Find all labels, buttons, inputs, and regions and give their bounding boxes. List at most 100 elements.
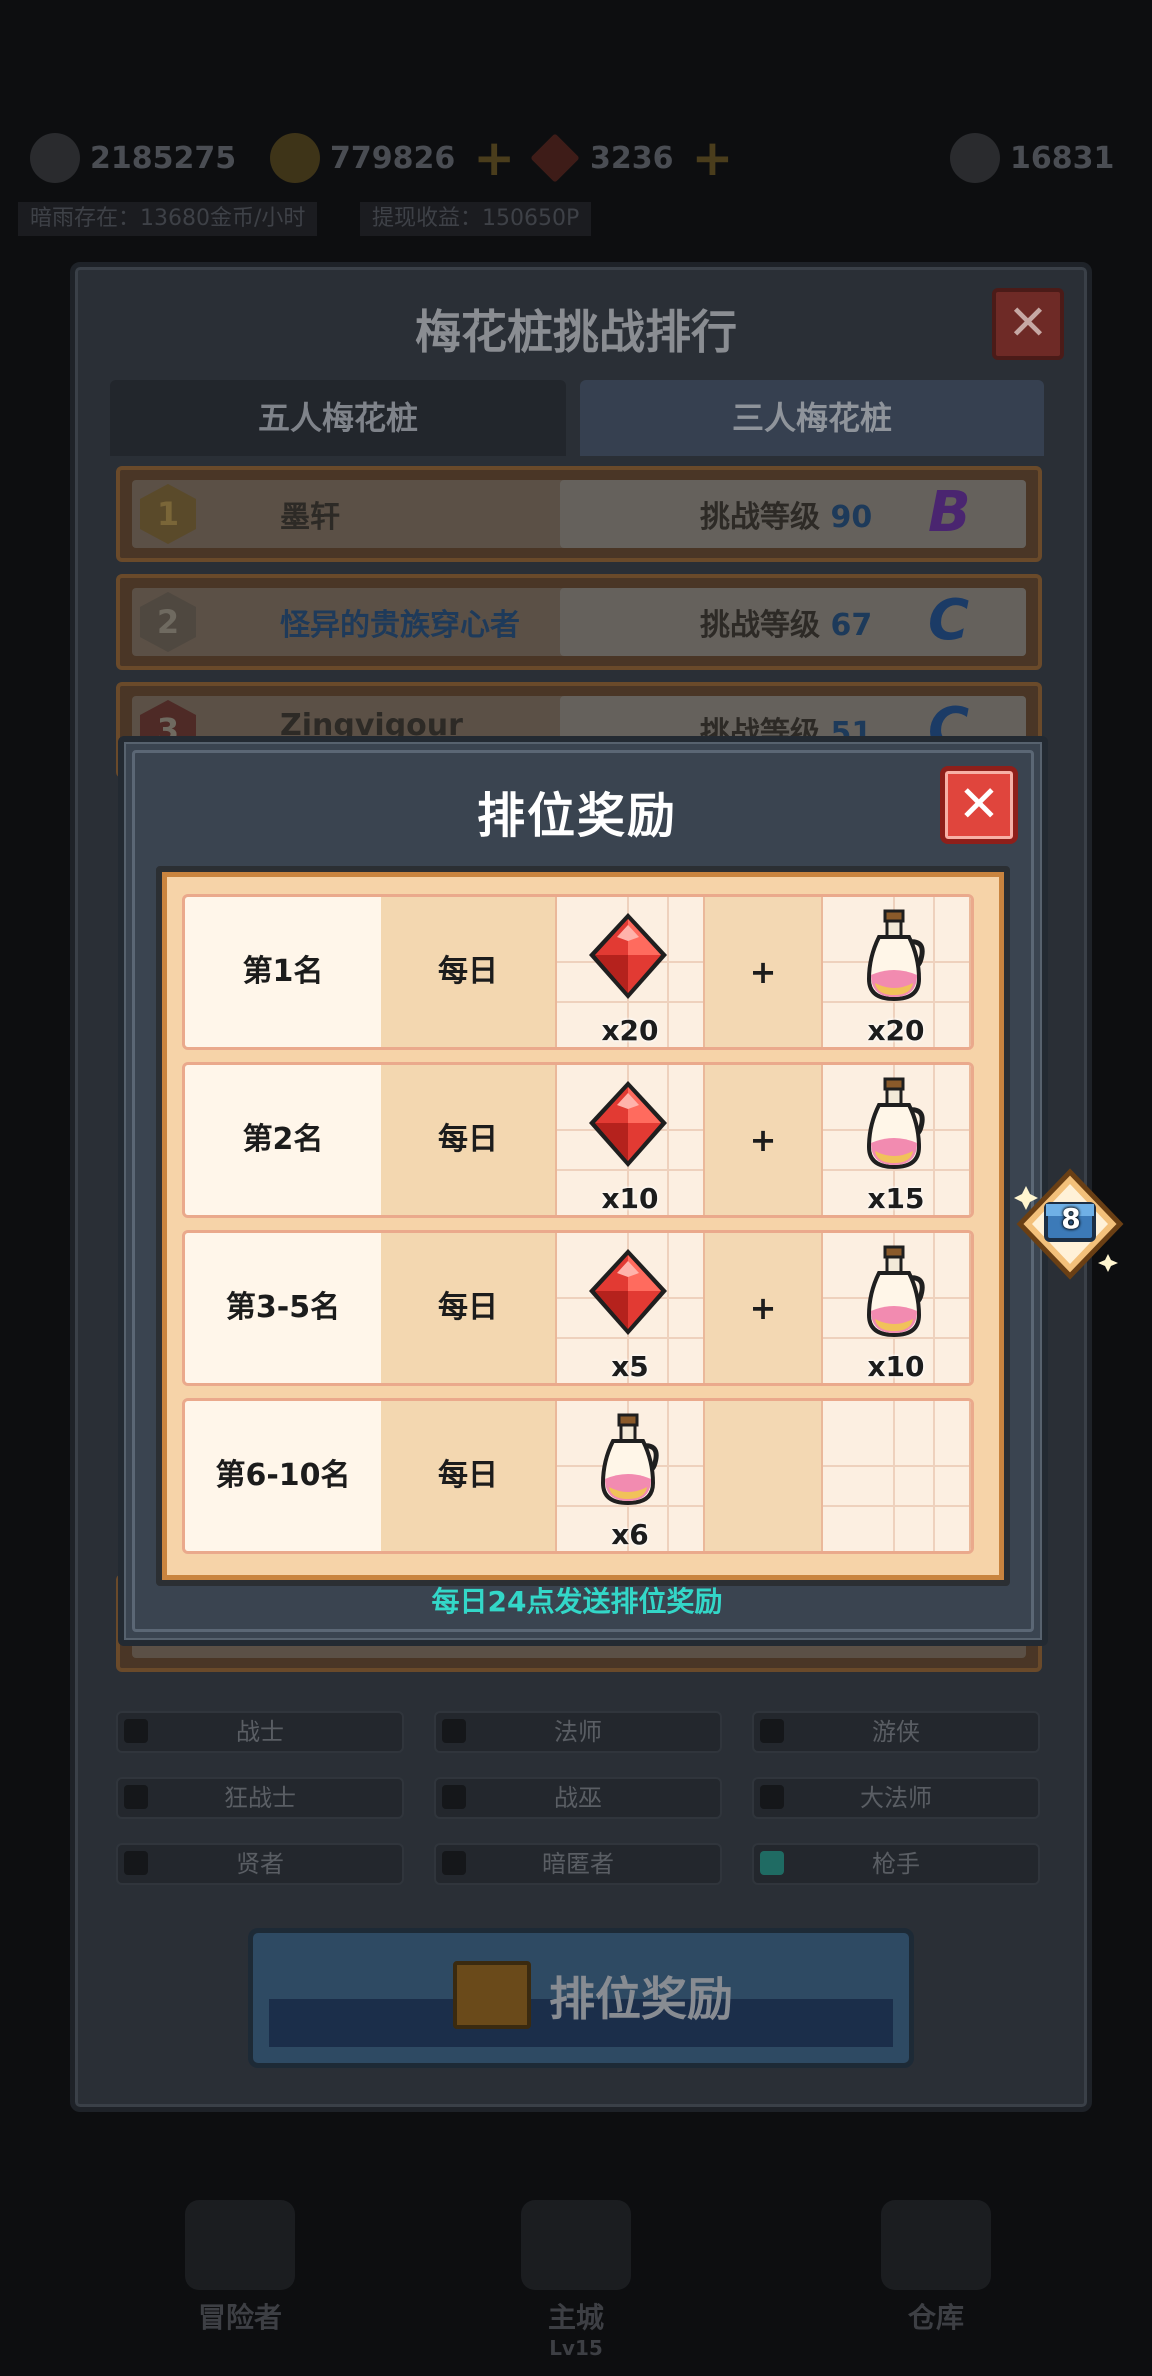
rank-range: 第6-10名	[185, 1401, 381, 1551]
class-label: 贤者	[236, 1850, 284, 1878]
rank-range: 第2名	[185, 1065, 381, 1215]
resource-4-value: 16831	[1010, 140, 1115, 176]
gold-coin-icon	[270, 133, 320, 183]
ruby-gem-icon	[589, 913, 667, 999]
potion-jug-icon	[866, 1077, 925, 1170]
class-filter-stalker[interactable]: 暗匿者	[434, 1843, 722, 1885]
castle-icon	[521, 2200, 631, 2290]
reward-footnote: 每日24点发送排位奖励	[431, 1585, 723, 1618]
checkbox[interactable]	[124, 1851, 148, 1875]
treasure-chest-icon	[453, 1961, 531, 2029]
class-label: 枪手	[872, 1850, 920, 1878]
rank-reward-button-label: 排位奖励	[549, 1972, 733, 2026]
rank-range: 第1名	[185, 897, 381, 1047]
item-quantity: x15	[867, 1182, 925, 1215]
grade-badge: C	[928, 588, 970, 653]
resource-1: 2185275	[30, 132, 236, 184]
adventurer-icon	[185, 2200, 295, 2290]
class-label: 战士	[236, 1718, 284, 1746]
item-quantity: x20	[601, 1014, 659, 1047]
resource-2-value: 779826	[330, 140, 456, 176]
class-label: 狂战士	[224, 1784, 296, 1812]
class-label: 战巫	[554, 1784, 602, 1812]
checkbox-checked[interactable]	[760, 1851, 784, 1875]
reward-frequency: 每日	[381, 1401, 555, 1551]
plus-sign: +	[749, 953, 777, 991]
clock-icon	[950, 133, 1000, 183]
checkbox[interactable]	[124, 1719, 148, 1743]
checkbox[interactable]	[442, 1785, 466, 1809]
potion-jug-icon	[866, 909, 925, 1002]
nav-main-city[interactable]: 主城 Lv15	[476, 2200, 676, 2360]
reward-row: 第2名 每日 x10 + x15	[182, 1062, 974, 1218]
chest-count: 8	[1061, 1202, 1081, 1235]
reward-frequency: 每日	[381, 897, 555, 1047]
reward-frequency: 每日	[381, 1233, 555, 1383]
reward-slot[interactable]: x10	[821, 1233, 971, 1383]
reward-slot[interactable]: x15	[821, 1065, 971, 1215]
reward-slot[interactable]: x20	[821, 897, 971, 1047]
plus-sign: +	[749, 1121, 777, 1159]
class-filter-berserker[interactable]: 狂战士	[116, 1777, 404, 1819]
level-value: 67	[830, 608, 873, 643]
class-filter-ranger[interactable]: 游侠	[752, 1711, 1040, 1753]
level-label: 挑战等级	[700, 608, 820, 643]
reward-slot[interactable]: x10	[555, 1065, 705, 1215]
ruby-gem-icon	[589, 1081, 667, 1167]
checkbox[interactable]	[760, 1785, 784, 1809]
potion-jug-icon	[600, 1413, 659, 1506]
checkbox[interactable]	[442, 1851, 466, 1875]
rank-reward-button[interactable]: 排位奖励	[248, 1928, 914, 2068]
warehouse-icon	[881, 2200, 991, 2290]
item-quantity: x10	[867, 1350, 925, 1383]
class-label: 暗匿者	[542, 1850, 614, 1878]
ruby-gem-icon	[589, 1249, 667, 1335]
player-name: 怪异的贵族穿心者	[280, 608, 520, 643]
checkbox[interactable]	[760, 1719, 784, 1743]
reward-slot[interactable]: x20	[555, 897, 705, 1047]
checkbox[interactable]	[442, 1719, 466, 1743]
resource-1-value: 2185275	[90, 140, 237, 176]
item-quantity: x5	[611, 1350, 649, 1383]
resource-2: 779826 +	[270, 129, 515, 187]
close-icon: ✕	[958, 775, 1000, 833]
ranking-close-button[interactable]: ✕	[992, 288, 1064, 360]
item-quantity: x20	[867, 1014, 925, 1047]
tab-five-person[interactable]: 五人梅花桩	[110, 380, 566, 456]
reward-slot[interactable]: x5	[555, 1233, 705, 1383]
reward-row: 第1名 每日 x20 + x20	[182, 894, 974, 1050]
gem-icon	[530, 133, 580, 183]
level-value: 90	[830, 500, 873, 535]
resource-4: 16831	[950, 132, 1114, 184]
ranking-panel-title: 梅花桩挑战排行	[415, 305, 737, 359]
ranking-row[interactable]: 1 墨轩 挑战等级 90 B	[116, 466, 1042, 562]
class-filter-archmage[interactable]: 大法师	[752, 1777, 1040, 1819]
checkbox[interactable]	[124, 1785, 148, 1809]
reward-slot[interactable]: x6	[555, 1401, 705, 1551]
dialog-title: 排位奖励	[476, 788, 677, 844]
class-filter-gunner[interactable]: 枪手	[752, 1843, 1040, 1885]
resource-3: 3236 +	[530, 129, 734, 187]
reward-row: 第3-5名 每日 x5 + x10	[182, 1230, 974, 1386]
nav-label: 仓库	[907, 2301, 964, 2334]
nav-warehouse[interactable]: 仓库	[836, 2200, 1036, 2336]
ranking-row[interactable]: 2 怪异的贵族穿心者 挑战等级 67 C	[116, 574, 1042, 670]
add-gem-icon[interactable]: +	[692, 129, 734, 187]
city-level: Lv15	[549, 2336, 603, 2360]
class-filter-sage[interactable]: 贤者	[116, 1843, 404, 1885]
challenge-level: 挑战等级 67	[700, 600, 872, 644]
add-gold-icon[interactable]: +	[473, 129, 515, 187]
nav-adventurer[interactable]: 冒险者	[140, 2200, 340, 2336]
class-label: 法师	[554, 1718, 602, 1746]
challenge-level: 挑战等级 90	[700, 492, 872, 536]
chest-counter-badge[interactable]: 8	[1012, 1166, 1128, 1282]
tab-three-person[interactable]: 三人梅花桩	[580, 380, 1044, 456]
class-filter-battlemage[interactable]: 战巫	[434, 1777, 722, 1819]
withdraw-strip: 提现收益：150650P	[360, 202, 592, 236]
dialog-close-button[interactable]: ✕	[940, 766, 1018, 844]
class-filter-warrior[interactable]: 战士	[116, 1711, 404, 1753]
player-name: 墨轩	[280, 500, 340, 535]
nav-label: 冒险者	[197, 2301, 282, 2334]
class-label: 游侠	[872, 1718, 920, 1746]
class-filter-mage[interactable]: 法师	[434, 1711, 722, 1753]
